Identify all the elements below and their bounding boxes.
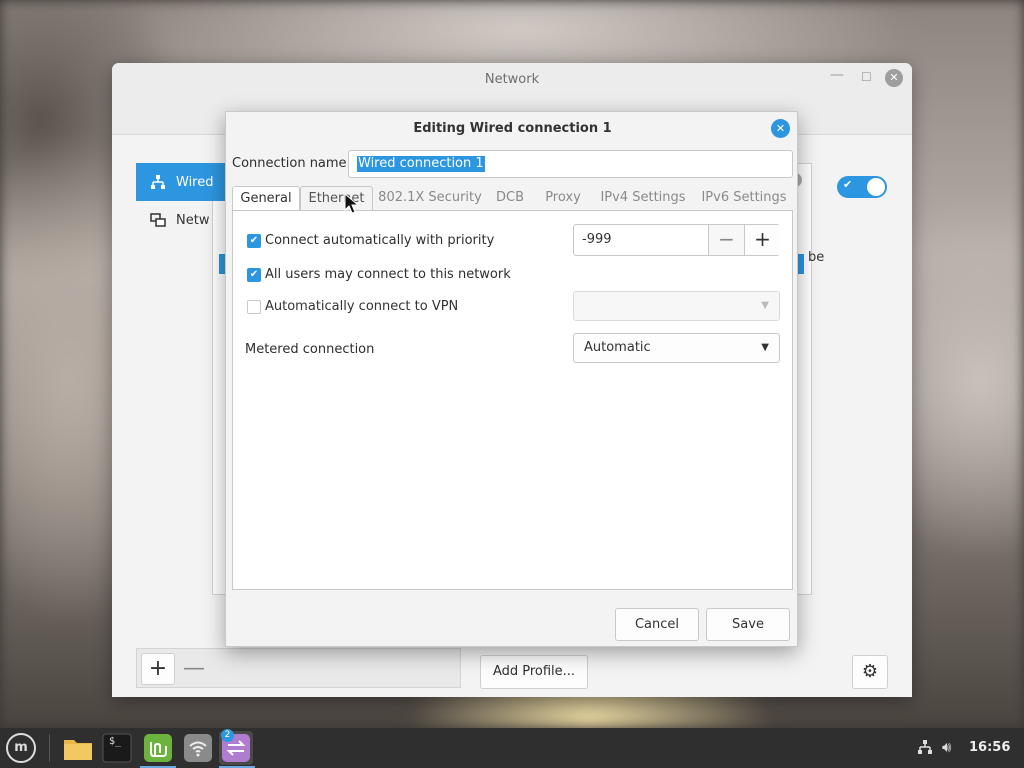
tab-ipv6-settings[interactable]: IPv6 Settings [696,186,792,211]
chevron-down-icon: ▼ [761,342,769,353]
vpn-checkbox[interactable] [247,299,261,314]
vpn-label: Automatically connect to VPN [265,299,459,314]
add-connection-button[interactable]: + [141,653,175,685]
sidebar-actions: + — [136,648,461,688]
vpn-row[interactable]: Automatically connect to VPN [247,299,458,314]
mint-icon [144,734,172,762]
tab-dcb[interactable]: DCB [490,186,530,211]
dialog-tabs: General Ethernet 802.1X Security DCB Pro… [232,186,793,211]
connection-name-label: Connection name [232,156,347,171]
tab-proxy[interactable]: Proxy [538,186,588,211]
connection-name-value[interactable]: Wired connection 1 [357,156,485,172]
auto-connect-checkbox[interactable]: ✔ [247,233,261,248]
all-users-label: All users may connect to this network [265,267,511,282]
general-tab-content: ✔ Connect automatically with priority -9… [232,210,793,590]
gear-icon: ⚙ [861,661,879,682]
network-proxy-icon [150,213,166,227]
wired-toggle[interactable]: ✔ [837,176,887,198]
network-window-title: Network [484,72,540,87]
check-icon: ✔ [843,178,853,191]
taskbar-separator [49,734,50,762]
auto-connect-row[interactable]: ✔ Connect automatically with priority [247,233,494,248]
tab-general[interactable]: General [232,186,300,211]
clock[interactable]: 16:56 [969,740,1010,755]
metered-label: Metered connection [245,342,375,357]
priority-decrement-button[interactable]: − [708,225,744,255]
wifi-icon [184,734,212,762]
priority-increment-button[interactable]: + [744,225,780,255]
wired-network-icon [151,175,165,189]
folder-icon [64,740,92,760]
sidebar-item-label: Netw [176,212,210,228]
minimize-icon[interactable]: — [830,67,844,83]
save-button[interactable]: Save [706,608,790,641]
all-users-row[interactable]: ✔ All users may connect to this network [247,267,511,282]
taskbar-terminal[interactable]: $_ [100,731,134,765]
volume-icon[interactable]: 🔊︎ [942,738,951,756]
add-profile-button[interactable]: Add Profile... [480,655,588,689]
menu-button[interactable]: m [6,733,36,763]
maximize-icon[interactable]: ☐ [861,70,872,84]
mouse-cursor-icon [344,193,360,214]
dialog-title: Editing Wired connection 1 [413,121,612,136]
tab-8021x-security[interactable]: 802.1X Security [376,186,484,211]
metered-select[interactable]: Automatic ▼ [573,333,780,363]
window-count-badge: 2 [221,729,234,742]
terminal-prompt: $_ [109,736,122,747]
all-users-checkbox[interactable]: ✔ [247,267,261,282]
vpn-select: ▼ [573,291,780,321]
mint-logo-icon: m [14,740,28,755]
tab-ipv4-settings[interactable]: IPv4 Settings [596,186,690,211]
cancel-button[interactable]: Cancel [615,608,699,641]
taskbar: m $_ 2 🔊︎ 16:56 [0,728,1024,768]
remove-connection-button[interactable]: — [177,653,211,685]
metered-selected-value: Automatic [584,340,651,355]
taskbar-files[interactable] [61,731,95,765]
chevron-down-icon: ▼ [761,300,769,311]
taskbar-mint-welcome[interactable] [141,731,175,765]
priority-value[interactable]: -999 [582,232,612,247]
settings-button[interactable]: ⚙ [852,655,888,689]
tab-ethernet[interactable]: Ethernet [300,186,373,211]
partial-label: be [808,250,825,265]
auto-connect-label: Connect automatically with priority [265,233,495,248]
dialog-close-icon[interactable]: ✕ [771,119,790,138]
tray-network-icon[interactable] [917,739,933,759]
edit-connection-dialog: Editing Wired connection 1 ✕ Connection … [225,111,798,647]
window-close-icon[interactable]: ✕ [885,69,903,87]
taskbar-wifi[interactable] [181,731,215,765]
priority-stepper[interactable]: -999 − + [573,224,780,256]
toggle-knob [867,178,885,196]
sidebar-item-label: Wired [176,174,214,190]
network-sidebar: Wired Netw [136,163,256,663]
